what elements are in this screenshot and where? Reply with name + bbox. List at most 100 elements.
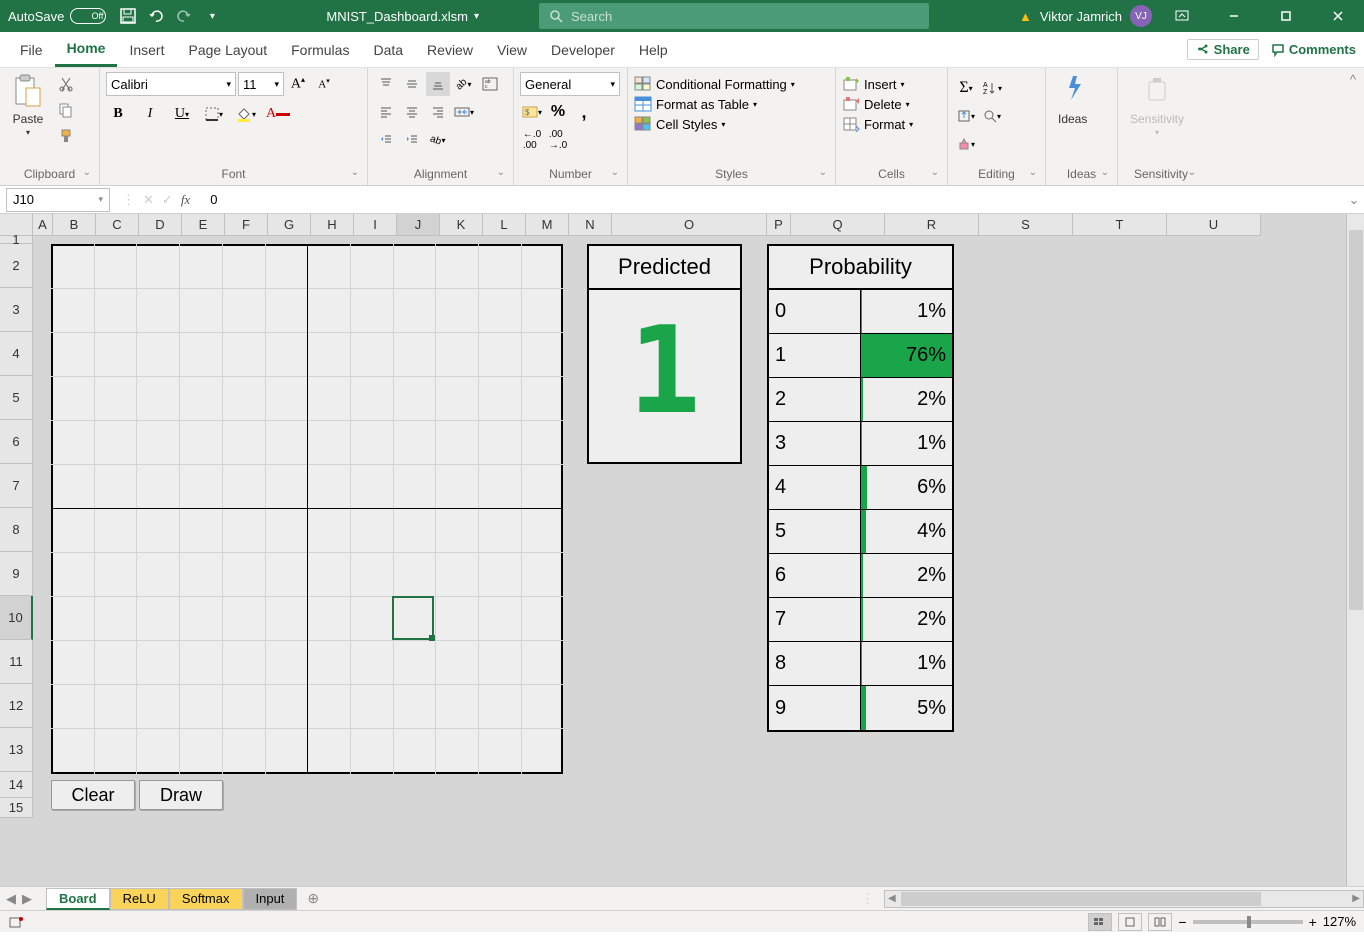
close-icon[interactable] — [1316, 0, 1360, 32]
row-header[interactable]: 1 — [0, 236, 33, 244]
column-header[interactable]: B — [53, 214, 96, 236]
copy-icon[interactable] — [54, 98, 78, 122]
qat-dropdown-icon[interactable]: ▾ — [198, 2, 226, 30]
tab-developer[interactable]: Developer — [539, 34, 627, 66]
search-input[interactable]: Search — [539, 3, 929, 29]
undo-icon[interactable] — [142, 2, 170, 30]
tab-home[interactable]: Home — [55, 32, 118, 67]
sheet-tab-board[interactable]: Board — [46, 888, 110, 910]
orientation-icon[interactable]: ab▾ — [452, 72, 476, 96]
increase-indent-icon[interactable] — [400, 128, 424, 152]
horizontal-scrollbar[interactable]: ◀ ▶ — [884, 890, 1364, 908]
decrease-indent-icon[interactable] — [374, 128, 398, 152]
row-header[interactable]: 14 — [0, 772, 33, 798]
column-header[interactable]: Q — [791, 214, 885, 236]
insert-cells-button[interactable]: Insert▾ — [842, 76, 905, 92]
comments-button[interactable]: Comments — [1271, 39, 1356, 60]
zoom-out-icon[interactable]: − — [1178, 914, 1186, 930]
font-name-select[interactable]: Calibri▾ — [106, 72, 236, 96]
column-header[interactable]: R — [885, 214, 979, 236]
add-sheet-icon[interactable]: ⊕ — [297, 890, 329, 907]
bold-icon[interactable]: B — [106, 102, 130, 126]
row-header[interactable]: 4 — [0, 332, 33, 376]
sheet-tab-relu[interactable]: ReLU — [110, 888, 169, 910]
cut-icon[interactable] — [54, 72, 78, 96]
sheet-tab-softmax[interactable]: Softmax — [169, 888, 243, 910]
column-header[interactable]: N — [569, 214, 612, 236]
column-header[interactable]: D — [139, 214, 182, 236]
row-header[interactable]: 9 — [0, 552, 33, 596]
sensitivity-button[interactable]: Sensitivity ▾ — [1124, 72, 1190, 139]
conditional-formatting-button[interactable]: Conditional Formatting▾ — [634, 76, 795, 92]
align-top-icon[interactable] — [374, 72, 398, 96]
row-header[interactable]: 7 — [0, 464, 33, 508]
draw-button[interactable]: Draw — [139, 780, 223, 810]
row-header[interactable]: 5 — [0, 376, 33, 420]
column-header[interactable]: G — [268, 214, 311, 236]
format-painter-icon[interactable] — [54, 124, 78, 148]
row-header[interactable]: 12 — [0, 684, 33, 728]
fx-icon[interactable]: fx — [181, 192, 190, 208]
page-break-view-icon[interactable] — [1148, 913, 1172, 931]
redo-icon[interactable] — [170, 2, 198, 30]
font-color-icon[interactable]: A — [266, 102, 290, 126]
font-size-select[interactable]: 11▾ — [238, 72, 284, 96]
expand-formula-icon[interactable]: ⌄ — [1344, 192, 1364, 208]
column-header[interactable]: I — [354, 214, 397, 236]
number-format-select[interactable]: General▾ — [520, 72, 620, 96]
column-header[interactable]: H — [311, 214, 354, 236]
format-cells-button[interactable]: Format▾ — [842, 116, 913, 132]
find-icon[interactable]: ▾ — [980, 104, 1004, 128]
percent-icon[interactable]: % — [546, 100, 570, 124]
maximize-icon[interactable] — [1264, 0, 1308, 32]
column-header[interactable]: F — [225, 214, 268, 236]
merge-icon[interactable]: ▾ — [452, 100, 476, 124]
italic-icon[interactable]: I — [138, 102, 162, 126]
increase-font-icon[interactable]: A▴ — [286, 72, 310, 96]
comma-icon[interactable]: , — [572, 100, 596, 124]
autosave-toggle-group[interactable]: AutoSave Off — [0, 8, 114, 24]
filename[interactable]: MNIST_Dashboard.xlsm ▾ — [316, 9, 539, 24]
autosave-toggle[interactable]: Off — [70, 8, 106, 24]
sheet-tab-input[interactable]: Input — [243, 888, 298, 910]
autosum-icon[interactable]: Σ▾ — [954, 76, 978, 100]
border-icon[interactable]: ▾ — [202, 102, 226, 126]
wrap-text-icon[interactable]: abc — [478, 72, 502, 96]
enter-formula-icon[interactable]: ✓ — [162, 192, 173, 208]
share-button[interactable]: Share — [1187, 39, 1259, 60]
name-box[interactable]: J10▾ — [6, 188, 110, 212]
sort-icon[interactable]: AZ▾ — [980, 76, 1004, 100]
tab-formulas[interactable]: Formulas — [279, 34, 361, 66]
page-layout-view-icon[interactable] — [1118, 913, 1142, 931]
row-header[interactable]: 2 — [0, 244, 33, 288]
paste-button[interactable]: Paste ▾ — [6, 72, 50, 139]
normal-view-icon[interactable] — [1088, 913, 1112, 931]
column-header[interactable]: S — [979, 214, 1073, 236]
tab-view[interactable]: View — [485, 34, 539, 66]
column-header[interactable]: O — [612, 214, 767, 236]
row-header[interactable]: 8 — [0, 508, 33, 552]
collapse-ribbon-icon[interactable]: ^ — [1342, 68, 1364, 185]
column-header[interactable]: C — [96, 214, 139, 236]
row-header[interactable]: 10 — [0, 596, 33, 640]
column-header[interactable]: M — [526, 214, 569, 236]
tab-data[interactable]: Data — [361, 34, 415, 66]
decrease-font-icon[interactable]: A▾ — [312, 72, 336, 96]
clear-button[interactable]: Clear — [51, 780, 135, 810]
column-header[interactable]: K — [440, 214, 483, 236]
record-macro-icon[interactable] — [8, 915, 24, 929]
fill-color-icon[interactable]: ▾ — [234, 102, 258, 126]
formula-input[interactable]: 0 — [202, 192, 1344, 207]
column-header[interactable]: T — [1073, 214, 1167, 236]
increase-decimal-icon[interactable]: ←.0.00 — [520, 128, 544, 152]
column-header[interactable]: U — [1167, 214, 1261, 236]
tab-page-layout[interactable]: Page Layout — [176, 34, 279, 66]
align-center-icon[interactable] — [400, 100, 424, 124]
column-header[interactable]: L — [483, 214, 526, 236]
sheet-nav-next-icon[interactable]: ▶ — [22, 891, 32, 907]
underline-icon[interactable]: U▾ — [170, 102, 194, 126]
column-header[interactable]: A — [33, 214, 53, 236]
clear-icon[interactable]: ▾ — [954, 132, 978, 156]
decrease-decimal-icon[interactable]: .00→.0 — [546, 128, 570, 152]
column-header[interactable]: P — [767, 214, 791, 236]
